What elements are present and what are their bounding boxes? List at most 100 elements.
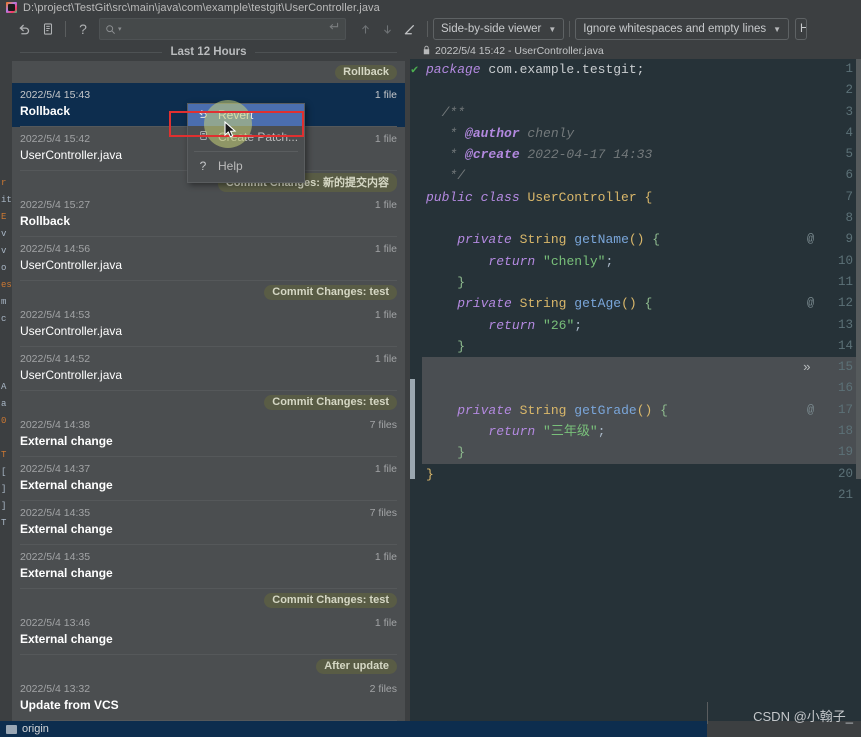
line-number-label: 3 [845,104,853,119]
revision-label: External change [20,478,113,492]
line-number-label: 18 [837,424,853,439]
whitespace-mode-dropdown[interactable]: Ignore whitespaces and empty lines ▼ [575,18,790,40]
revision-tag-row: Commit Changes: test [12,391,405,413]
revision-tag-row: Commit Changes: test [12,281,405,303]
revision-file-count: 2 files [369,683,397,695]
diff-scrollbar-thumb[interactable] [856,59,861,479]
revision-row[interactable]: 2022/5/4 13:32 2 files Update from VCS [12,677,405,721]
revision-row-top: 2022/5/4 15:27 1 file [20,193,397,213]
revision-label: External change [20,632,113,646]
line-number-label: 13 [837,317,853,332]
intellij-idea-logo-icon [6,2,17,13]
diff-scrollbar[interactable] [856,59,861,722]
revision-row[interactable]: 2022/5/4 14:35 1 file External change [12,545,405,589]
line-number-label: 9 [845,232,853,247]
diff-pane: 2022/5/4 15:42 - UserController.java ✔ p… [410,43,861,722]
line-number-label: 4 [845,125,853,140]
revision-tag: Commit Changes: test [264,592,397,608]
title-bar-path: D:\project\TestGit\src\main\java\com\exa… [23,1,380,14]
revision-row[interactable]: 2022/5/4 14:35 7 files External change [12,501,405,545]
origin-label: origin [22,723,49,735]
line-number: 7 [801,187,861,208]
revision-label: External change [20,434,113,448]
search-input[interactable]: ▾ [99,18,346,40]
chevron-down-icon: ▼ [548,24,557,34]
revision-row[interactable]: 2022/5/4 14:37 1 file External change [12,457,405,501]
bottom-divider [707,702,708,724]
line-number-label: 11 [837,274,853,289]
diff-apply-chevron-icon[interactable]: » [803,357,811,378]
diff-header: 2022/5/4 15:42 - UserController.java [410,43,861,59]
context-menu-item-help[interactable]: ? Help [188,155,304,177]
revision-label: External change [20,566,113,580]
revision-file-count: 1 file [374,243,397,255]
search-icon: ▾ [105,24,122,35]
line-number: 13 [801,315,861,336]
chevron-down-icon: ▾ [118,26,122,33]
revision-date: 2022/5/4 13:46 [20,617,91,629]
line-number-label: 7 [845,189,853,204]
revision-file-count: 1 file [374,89,397,101]
code-area[interactable]: ✔ package com.example.testgit; /** * @au… [410,59,861,722]
line-number: 10 [801,251,861,272]
revision-date: 2022/5/4 15:43 [20,89,91,101]
line-number-label: 8 [845,211,853,226]
code-lines[interactable]: package com.example.testgit; /** * @auth… [422,59,801,722]
revision-row[interactable]: 2022/5/4 15:27 1 file Rollback [12,193,405,237]
revision-tag: Commit Changes: test [264,284,397,300]
revision-tag-row: After update [12,655,405,677]
viewer-mode-dropdown[interactable]: Side-by-side viewer ▼ [433,18,565,40]
revision-row[interactable]: 2022/5/4 13:46 1 file External change [12,611,405,655]
origin-status-bar[interactable]: origin [0,721,707,737]
revision-row[interactable]: 2022/5/4 14:56 1 file UserController.java [12,237,405,281]
arrow-down-icon[interactable] [376,18,398,40]
revision-row-separator [20,588,397,589]
revision-row-top: 2022/5/4 14:35 1 file [20,545,397,565]
toolbar-overflow-button[interactable]: H [795,18,808,40]
revision-date: 2022/5/4 13:32 [20,683,91,695]
toolbar-right-group: Side-by-side viewer ▼ Ignore whitespaces… [354,18,808,40]
line-number-label: 16 [837,381,853,396]
revision-row-top: 2022/5/4 14:52 1 file [20,347,397,367]
revision-tag: Commit Changes: test [264,394,397,410]
revision-date: 2022/5/4 14:35 [20,551,91,563]
line-number: 20 [801,464,861,485]
revision-row[interactable]: 2022/5/4 14:52 1 file UserController.java [12,347,405,391]
toolbar-overflow-label: H [800,23,806,35]
revision-row[interactable]: 2022/5/4 14:38 7 files External change [12,413,405,457]
revision-row-top: 2022/5/4 15:43 1 file [20,83,397,103]
line-number: 5 [801,144,861,165]
line-number: 19 [801,442,861,464]
revision-row-separator [20,280,397,281]
arrow-up-icon[interactable] [354,18,376,40]
annotation-marker-icon: @ [807,232,815,247]
revision-row-top: 2022/5/4 14:37 1 file [20,457,397,477]
line-number: 11 [801,272,861,293]
period-separator: Last 12 Hours [12,43,405,61]
revision-date: 2022/5/4 15:42 [20,133,91,145]
line-number: 1 [801,59,861,80]
revision-label: UserController.java [20,258,123,272]
revision-file-count: 7 files [369,419,397,431]
line-number-label: 10 [837,253,853,268]
line-number: 6 [801,165,861,186]
revert-arrow-icon[interactable] [12,18,36,40]
create-patch-icon[interactable] [36,18,60,40]
context-menu-item-label: Help [218,159,243,173]
pencil-edit-icon[interactable] [398,18,422,40]
separator-line-left [20,51,163,53]
line-number: 8 [801,208,861,229]
revision-row-top: 2022/5/4 14:38 7 files [20,413,397,433]
change-marker-bar [410,379,415,479]
line-number-label: 15 [837,360,853,375]
period-label: Last 12 Hours [170,46,247,58]
app-root: D:\project\TestGit\src\main\java\com\exa… [0,0,861,737]
line-number-label: 1 [845,62,853,76]
line-number-label: 17 [837,402,853,417]
revision-tag: Rollback [335,64,397,80]
help-question-icon[interactable]: ? [71,18,95,40]
revision-file-count: 1 file [374,133,397,145]
revision-row-top: 2022/5/4 13:32 2 files [20,677,397,697]
revision-row[interactable]: 2022/5/4 14:53 1 file UserController.java [12,303,405,347]
line-numbers-container: 1 2 3 4 5 6 7 8 @9 10 11 @12 13 14» 15 16 @17 18 19 20 21 [801,59,861,506]
